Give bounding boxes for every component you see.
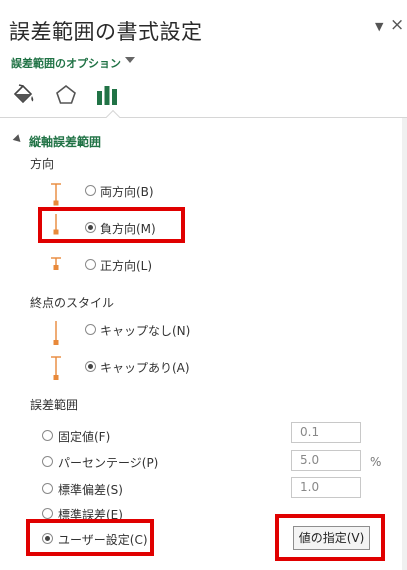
label-cap[interactable]: キャップあり(A) bbox=[100, 359, 190, 376]
radio-fixed-value[interactable] bbox=[42, 430, 53, 441]
specify-value-button[interactable]: 値の指定(V) bbox=[293, 526, 370, 550]
fixed-value-input[interactable]: 0.1 bbox=[291, 422, 361, 443]
chevron-down-icon[interactable] bbox=[125, 57, 135, 63]
percentage-input[interactable]: 5.0 bbox=[291, 450, 361, 471]
label-std-dev[interactable]: 標準偏差(S) bbox=[58, 481, 123, 498]
label-fixed-value[interactable]: 固定値(F) bbox=[58, 428, 110, 445]
radio-std-error[interactable] bbox=[42, 508, 53, 519]
radio-cap[interactable] bbox=[85, 361, 96, 372]
minus-direction-icon bbox=[53, 214, 59, 235]
percent-unit: % bbox=[370, 455, 382, 469]
label-no-cap[interactable]: キャップなし(N) bbox=[100, 322, 190, 339]
radio-no-cap[interactable] bbox=[85, 324, 96, 335]
label-custom[interactable]: ユーザー設定(C) bbox=[58, 531, 148, 548]
radio-minus-direction[interactable] bbox=[85, 222, 96, 233]
pentagon-icon[interactable] bbox=[54, 83, 78, 107]
radio-custom[interactable] bbox=[42, 533, 53, 544]
pane-title: 誤差範囲の書式設定 bbox=[9, 20, 203, 44]
close-icon[interactable]: × bbox=[390, 15, 404, 35]
cap-icon bbox=[51, 356, 61, 380]
selected-tab-indicator bbox=[105, 109, 121, 125]
label-plus-direction[interactable]: 正方向(L) bbox=[100, 257, 152, 274]
radio-percentage[interactable] bbox=[42, 456, 53, 467]
radio-std-dev[interactable] bbox=[42, 483, 53, 494]
both-direction-icon bbox=[51, 183, 61, 206]
end-style-label: 終点のスタイル bbox=[30, 296, 115, 310]
no-cap-icon bbox=[53, 321, 59, 345]
label-minus-direction[interactable]: 負方向(M) bbox=[100, 220, 156, 237]
bar-chart-icon[interactable] bbox=[95, 83, 119, 107]
error-amount-label: 誤差範囲 bbox=[30, 398, 79, 412]
section-vertical-error-bars[interactable]: 縦軸誤差範囲 bbox=[29, 133, 101, 150]
tab-divider bbox=[0, 117, 407, 118]
plus-direction-icon bbox=[51, 257, 61, 270]
options-dropdown-label[interactable]: 誤差範囲のオプション bbox=[11, 55, 121, 71]
scrollbar[interactable] bbox=[402, 118, 407, 570]
collapse-arrow-icon[interactable] bbox=[12, 134, 24, 145]
paint-bucket-icon[interactable] bbox=[12, 83, 36, 107]
direction-label: 方向 bbox=[30, 157, 55, 171]
radio-plus-direction[interactable] bbox=[85, 259, 96, 270]
pane-menu-icon[interactable]: ▼ bbox=[375, 20, 383, 33]
label-both-direction[interactable]: 両方向(B) bbox=[100, 183, 154, 200]
radio-both-direction[interactable] bbox=[85, 185, 96, 196]
std-dev-input[interactable]: 1.0 bbox=[291, 477, 361, 498]
label-percentage[interactable]: パーセンテージ(P) bbox=[58, 454, 158, 471]
